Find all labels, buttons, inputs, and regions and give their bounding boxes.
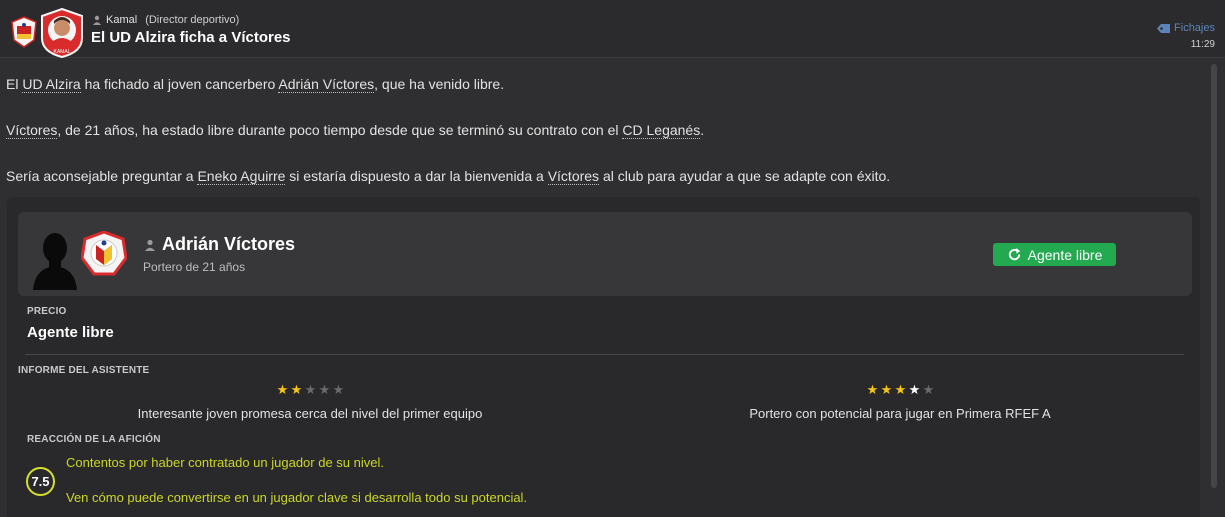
potential-ability-stars: ★ ★ ★ ★ ★ xyxy=(866,383,935,396)
text-span: ha fichado al joven cancerbero xyxy=(80,76,279,92)
sender-name[interactable]: Kamal xyxy=(106,14,137,26)
star-icon: ★ xyxy=(332,382,345,397)
text-span: Sería aconsejable preguntar a xyxy=(6,168,198,184)
star-icon: ★ xyxy=(922,382,935,397)
avatar-badge-label: KAMAL xyxy=(54,49,71,55)
player-link-victores[interactable]: Adrián Víctores xyxy=(278,76,375,93)
club-link-ud-alzira[interactable]: UD Alzira xyxy=(22,76,81,93)
club-crest-icon[interactable] xyxy=(10,16,38,48)
star-icon: ★ xyxy=(866,382,879,397)
sender-avatar[interactable]: KAMAL xyxy=(39,8,85,58)
star-icon: ★ xyxy=(276,382,289,397)
fan-reaction-line-2: Ven cómo puede convertirse en un jugador… xyxy=(66,490,528,505)
sender-line: Kamal (Director deportivo) xyxy=(92,14,239,26)
category-tag[interactable]: Fichajes xyxy=(1157,22,1215,34)
paragraph-3: Sería aconsejable preguntar a Eneko Agui… xyxy=(6,168,891,185)
text-span: , de 21 años, ha estado libre durante po… xyxy=(57,122,623,138)
player-link-victores[interactable]: Víctores xyxy=(547,168,600,185)
page-title: El UD Alzira ficha a Víctores xyxy=(91,29,291,46)
star-icon: ★ xyxy=(304,382,317,397)
person-icon xyxy=(145,239,155,251)
current-ability-stars: ★ ★ ★ ★ ★ xyxy=(276,383,345,396)
text-span: si estaría dispuesto a dar la bienvenida… xyxy=(285,168,548,184)
star-icon: ★ xyxy=(290,382,303,397)
price-value: Agente libre xyxy=(27,324,114,341)
text-span: . xyxy=(700,122,705,138)
sender-role: (Director deportivo) xyxy=(145,14,240,26)
paragraph-1: El UD Alzira ha fichado al joven cancerb… xyxy=(6,76,505,93)
fan-reaction-label: REACCIÓN DE LA AFICIÓN xyxy=(27,434,161,445)
timestamp: 11:29 xyxy=(1190,39,1215,50)
player-link-victores[interactable]: Víctores xyxy=(6,122,58,139)
player-subtitle: Portero de 21 años xyxy=(143,260,246,274)
paragraph-2: Víctores, de 21 años, ha estado libre du… xyxy=(6,122,705,139)
club-crest-icon[interactable] xyxy=(81,231,127,277)
player-silhouette-icon[interactable] xyxy=(29,228,81,290)
text-span: al club para ayudar a que se adapte con … xyxy=(599,168,891,184)
text-span: , que ha venido libre. xyxy=(374,76,505,92)
player-name[interactable]: Adrián Víctores xyxy=(162,234,295,255)
price-label: PRECIO xyxy=(27,306,67,317)
contract-status-button[interactable]: Agente libre xyxy=(993,243,1116,266)
potential-ability-text: Portero con potencial para jugar en Prim… xyxy=(749,406,1051,421)
person-link-eneko-aguirre[interactable]: Eneko Aguirre xyxy=(197,168,286,185)
star-icon: ★ xyxy=(894,382,907,397)
star-icon: ★ xyxy=(880,382,893,397)
scrollbar[interactable] xyxy=(1211,64,1217,488)
star-icon: ★ xyxy=(318,382,331,397)
divider xyxy=(25,354,1184,355)
assistant-report-label: INFORME DEL ASISTENTE xyxy=(18,365,150,376)
current-ability-text: Interesante joven promesa cerca del nive… xyxy=(137,406,483,421)
refresh-icon xyxy=(1008,247,1020,261)
tag-icon xyxy=(1157,23,1171,33)
fan-reaction-line-1: Contentos por haber contratado un jugado… xyxy=(66,455,384,470)
contract-status-label: Agente libre xyxy=(1027,246,1103,263)
person-icon xyxy=(93,15,101,25)
text-span: El xyxy=(6,76,23,92)
club-link-cd-leganes[interactable]: CD Leganés xyxy=(622,122,701,139)
message-header: KAMAL Kamal (Director deportivo) El UD A… xyxy=(0,0,1225,58)
category-label: Fichajes xyxy=(1174,22,1215,34)
star-icon: ★ xyxy=(908,382,921,397)
fan-rating-badge: 7.5 xyxy=(26,467,55,496)
